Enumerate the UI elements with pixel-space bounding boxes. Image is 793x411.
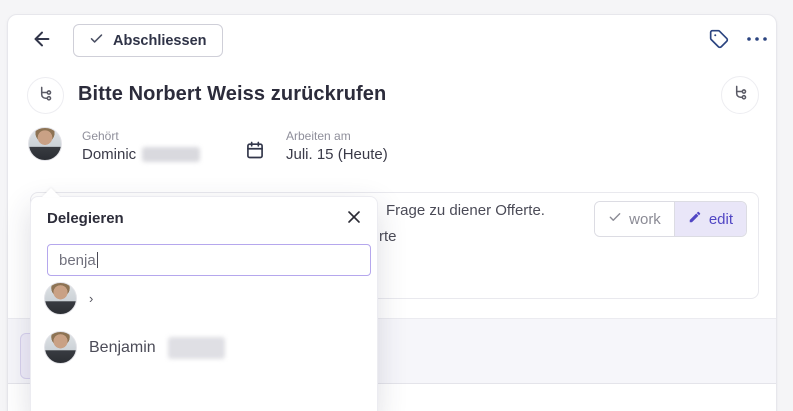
owner-label: Gehört [82,129,200,143]
message-text-line2: rte [379,226,397,247]
close-button[interactable] [346,209,364,227]
text-cursor [97,252,99,268]
popover-title: Delegieren [47,210,124,227]
work-date-label: Arbeiten am [286,129,388,143]
edit-button[interactable]: edit [675,202,746,236]
work-edit-toggle: work edit [594,201,747,237]
delegate-option[interactable]: › [44,282,366,315]
tag-button[interactable] [709,29,731,51]
delegate-option[interactable]: Benjamin [44,331,366,364]
delegate-popover: Delegieren benja › Benjamin [30,196,378,411]
task-tree-button[interactable] [721,76,759,114]
message-text-line1: Frage zu diener Offerte. [386,200,545,221]
work-date-value: Juli. 15 (Heute) [286,146,388,163]
complete-button[interactable]: Abschliessen [73,24,223,57]
work-button-label: work [629,211,661,228]
page-title: Bitte Norbert Weiss zurückrufen [78,83,386,106]
popover-caret [42,188,60,197]
owner-name: Dominic [82,146,136,163]
check-icon [608,210,622,228]
tag-icon [709,36,729,53]
branch-icon [36,84,55,108]
more-options-button[interactable] [745,31,771,49]
edit-button-label: edit [709,211,733,228]
arrow-left-icon [31,37,53,54]
lastname-redacted [168,337,225,359]
page-background: Abschliessen Bitte Norbert Weiss zurückr… [0,0,793,411]
work-date-field[interactable]: Arbeiten am Juli. 15 (Heute) [286,129,388,163]
ellipsis-icon [745,34,769,51]
check-icon [89,31,104,50]
back-button[interactable] [31,28,55,52]
user-avatar [44,331,77,364]
delegate-option-label: › [89,291,93,306]
owner-lastname-redacted [142,147,200,162]
close-icon [346,212,362,229]
subtask-branch-button[interactable] [27,77,64,114]
delegate-search-value: benja [59,252,96,269]
delegate-search-input[interactable]: benja [47,244,371,276]
complete-button-label: Abschliessen [113,33,207,49]
branch-icon [731,83,750,107]
owner-avatar[interactable] [28,127,62,161]
work-button[interactable]: work [595,202,675,236]
owner-field[interactable]: Gehört Dominic [82,129,200,163]
delegate-option-label: Benjamin [89,339,156,357]
user-avatar [44,282,77,315]
calendar-icon [245,140,265,160]
pencil-icon [688,210,702,228]
